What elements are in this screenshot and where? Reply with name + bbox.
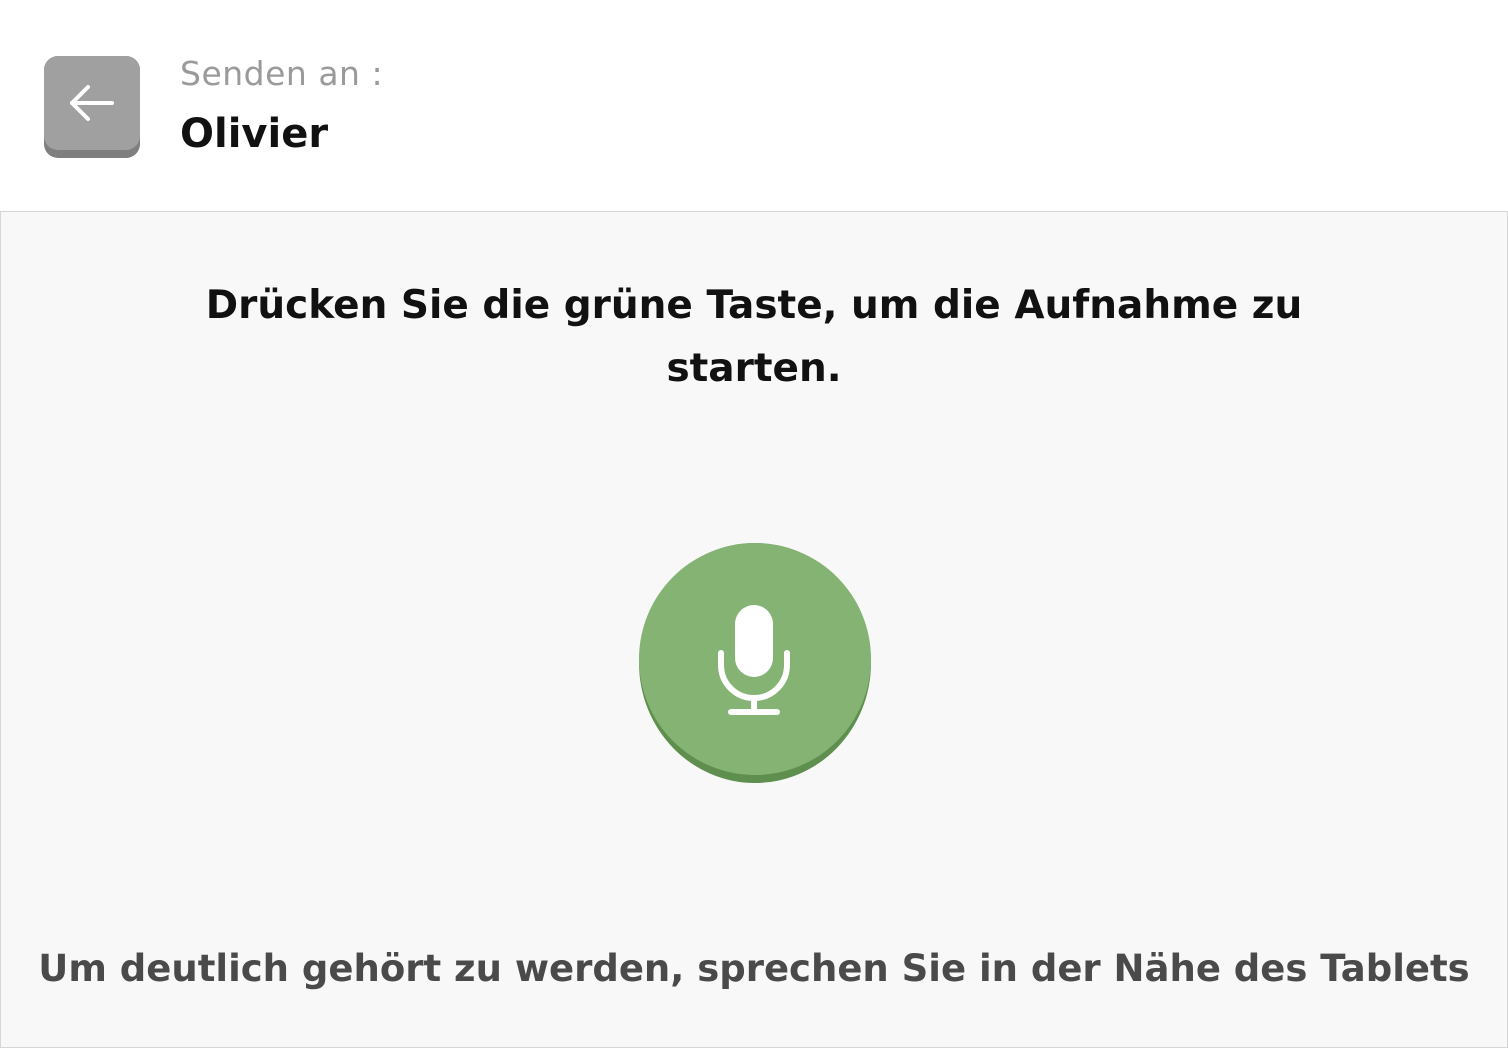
back-button[interactable] (44, 56, 140, 158)
recipient-name: Olivier (180, 111, 329, 157)
recipient: Senden an : Olivier (180, 52, 383, 158)
record-button[interactable] (639, 543, 871, 783)
arrow-left-icon (70, 85, 114, 121)
hint-text: Um deutlich gehört zu werden, sprechen S… (38, 947, 1470, 990)
recipient-label: Senden an : (180, 54, 384, 93)
header: Senden an : Olivier (0, 0, 1508, 212)
recording-panel: Drücken Sie die grüne Taste, um die Aufn… (0, 211, 1508, 1048)
microphone-icon (718, 605, 790, 715)
instruction-text: Drücken Sie die grüne Taste, um die Aufn… (205, 283, 1303, 391)
